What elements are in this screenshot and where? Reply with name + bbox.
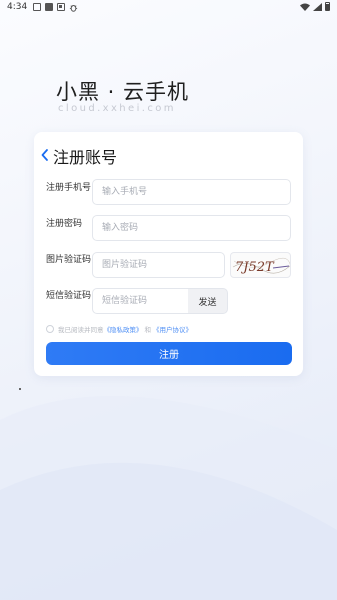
square-icon	[45, 3, 54, 11]
wifi-icon	[300, 3, 310, 11]
captcha-text: 7J52T	[235, 260, 275, 275]
back-chevron-icon[interactable]	[40, 148, 49, 162]
agreement-and: 和	[144, 326, 152, 334]
stray-dot	[19, 388, 21, 390]
brand-subtitle: cloud.xxhei.com	[58, 103, 176, 114]
card-title: 注册账号	[53, 148, 118, 167]
phone-input[interactable]	[92, 179, 291, 205]
captcha-graphic: 7J52T	[232, 257, 290, 275]
password-input[interactable]	[92, 215, 291, 241]
sms-input[interactable]	[92, 288, 189, 314]
phone-label: 注册手机号	[46, 183, 92, 193]
agreement-prefix: 我已阅读并同意	[58, 326, 104, 334]
agreement-checkbox[interactable]	[46, 325, 54, 333]
image-icon	[33, 3, 42, 11]
sms-label: 短信验证码	[46, 291, 92, 301]
privacy-policy-link[interactable]: 《隐私政策》	[104, 324, 143, 334]
send-code-button[interactable]: 发送	[188, 288, 228, 314]
status-bar: 4:34	[0, 0, 337, 14]
captcha-image[interactable]: 7J52T	[230, 252, 291, 278]
bug-icon	[70, 4, 78, 12]
status-time: 4:34	[7, 2, 28, 12]
battery-icon	[325, 2, 330, 11]
captcha-input[interactable]	[92, 252, 225, 278]
user-agreement-link[interactable]: 《用户协议》	[153, 324, 192, 334]
agreement-row: 我已阅读并同意 《隐私政策》 和 《用户协议》	[46, 323, 192, 335]
brand-title: 小黑 · 云手机	[56, 80, 190, 104]
register-button[interactable]: 注册	[46, 342, 292, 365]
captcha-label: 图片验证码	[46, 255, 92, 265]
signal-icon	[313, 2, 322, 11]
password-label: 注册密码	[46, 219, 83, 229]
camera-icon	[57, 3, 66, 11]
